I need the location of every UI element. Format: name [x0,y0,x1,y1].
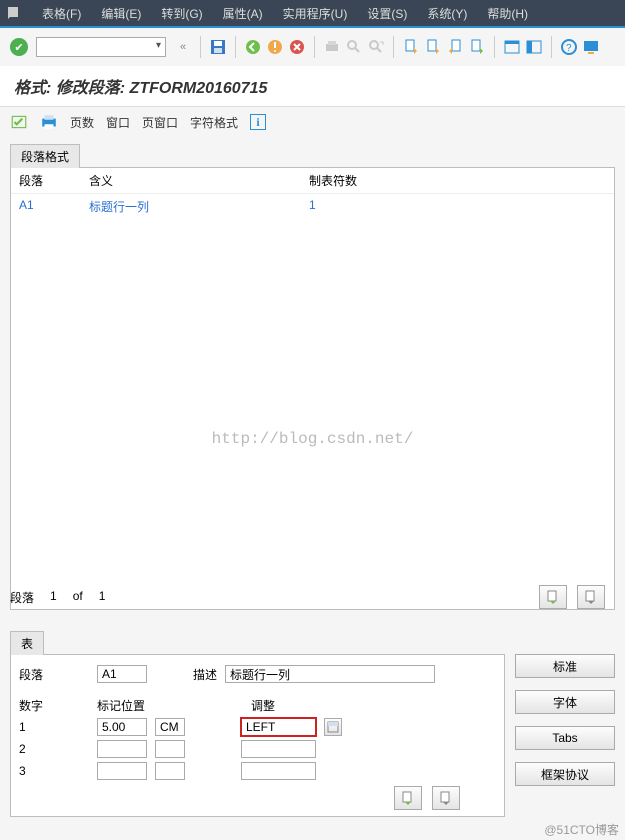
pager-row: 段落 1 of 1 [10,585,605,609]
col-paragraph: 段落 [19,172,89,189]
watermark-source: @51CTO博客 [544,821,619,838]
find-next-icon[interactable] [367,38,385,56]
label-paragraph: 段落 [19,666,89,683]
unit-3[interactable] [155,762,185,780]
adjust-1[interactable] [241,718,316,736]
activate-icon[interactable] [10,113,28,131]
link-window[interactable]: 窗口 [106,114,130,131]
menu-item-util[interactable]: 实用程序(U) [273,1,358,26]
pager-label: 段落 [10,589,34,606]
adjust-2[interactable] [241,740,316,758]
tabs-button[interactable]: Tabs [515,726,615,750]
help-icon[interactable]: ? [560,38,578,56]
cell-paragraph[interactable]: A1 [19,198,89,215]
grid-header: 段落 含义 制表符数 [11,168,614,194]
info-icon[interactable]: i [250,114,266,130]
back-icon[interactable] [244,38,262,56]
col-markpos: 标记位置 [97,697,187,714]
separator [494,36,495,58]
label-description: 描述 [193,666,217,683]
row-num-1: 1 [19,720,89,734]
font-button[interactable]: 字体 [515,690,615,714]
menu-bar: 表格(F) 编辑(E) 转到(G) 属性(A) 实用程序(U) 设置(S) 系统… [0,0,625,28]
panel-tab-paragraph-format: 段落格式 [10,144,80,168]
menu-item-help[interactable]: 帮助(H) [477,1,538,26]
main-toolbar: ✔ « ? [0,28,625,66]
doc-down-icon[interactable] [424,38,442,56]
menu-item-settings[interactable]: 设置(S) [357,1,417,26]
paragraph-format-panel: 段落 含义 制表符数 A1 标题行一列 1 [10,167,615,610]
menu-item-attr[interactable]: 属性(A) [213,1,273,26]
page-title: 格式: 修改段落: ZTFORM20160715 [0,66,625,107]
command-field[interactable] [36,37,166,57]
exit-icon[interactable] [266,38,284,56]
col-adjust: 调整 [251,697,351,714]
sub-toolbar: 页数 窗口 页窗口 字符格式 i [0,107,625,137]
adjust-3[interactable] [241,762,316,780]
frame-button[interactable]: 框架协议 [515,762,615,786]
layout-icon[interactable] [503,38,521,56]
doc-right-icon[interactable] [468,38,486,56]
layout2-icon[interactable] [525,38,543,56]
ok-icon[interactable]: ✔ [10,38,28,56]
panel-tab-table: 表 [10,631,44,655]
markpos-3[interactable] [97,762,147,780]
col-tabcount: 制表符数 [309,172,389,189]
cancel-icon[interactable] [288,38,306,56]
cell-meaning[interactable]: 标题行一列 [89,198,309,215]
value-help-button[interactable] [324,718,342,736]
link-charformat[interactable]: 字符格式 [190,114,238,131]
standard-button[interactable]: 标准 [515,654,615,678]
print2-icon[interactable] [40,113,58,131]
pager-of: of [73,589,83,606]
unit-2[interactable] [155,740,185,758]
markpos-1[interactable] [97,718,147,736]
monitor-icon[interactable] [582,38,600,56]
print-icon[interactable] [323,38,341,56]
paragraph-field[interactable] [97,665,147,683]
table-row[interactable]: A1 标题行一列 1 [11,194,614,219]
table-panel: 段落 描述 数字 标记位置 调整 1 [10,654,505,817]
row-num-2: 2 [19,742,89,756]
menu-item-goto[interactable]: 转到(G) [151,1,212,26]
pager-current: 1 [50,589,57,606]
pager: 段落 1 of 1 [10,589,105,606]
delete-row-button[interactable] [577,585,605,609]
svg-text:?: ? [566,43,572,54]
app-icon [6,5,22,21]
doc-left-icon[interactable] [446,38,464,56]
link-pages[interactable]: 页数 [70,114,94,131]
doc-up-icon[interactable] [402,38,420,56]
separator [314,36,315,58]
find-icon[interactable] [345,38,363,56]
menu-item-system[interactable]: 系统(Y) [417,1,477,26]
insert-tab-button[interactable] [394,786,422,810]
separator [551,36,552,58]
col-meaning: 含义 [89,172,309,189]
menu-item-edit[interactable]: 编辑(E) [91,1,151,26]
save-icon[interactable] [209,38,227,56]
delete-tab-button[interactable] [432,786,460,810]
description-field[interactable] [225,665,435,683]
unit-1[interactable] [155,718,185,736]
insert-row-button[interactable] [539,585,567,609]
markpos-2[interactable] [97,740,147,758]
link-pagewindow[interactable]: 页窗口 [142,114,178,131]
chevron-left-icon[interactable]: « [174,38,192,56]
cell-tabcount: 1 [309,198,389,215]
row-num-3: 3 [19,764,89,778]
separator [393,36,394,58]
separator [235,36,236,58]
pager-total: 1 [99,589,106,606]
col-number: 数字 [19,697,89,714]
separator [200,36,201,58]
menu-item-table[interactable]: 表格(F) [32,1,91,26]
